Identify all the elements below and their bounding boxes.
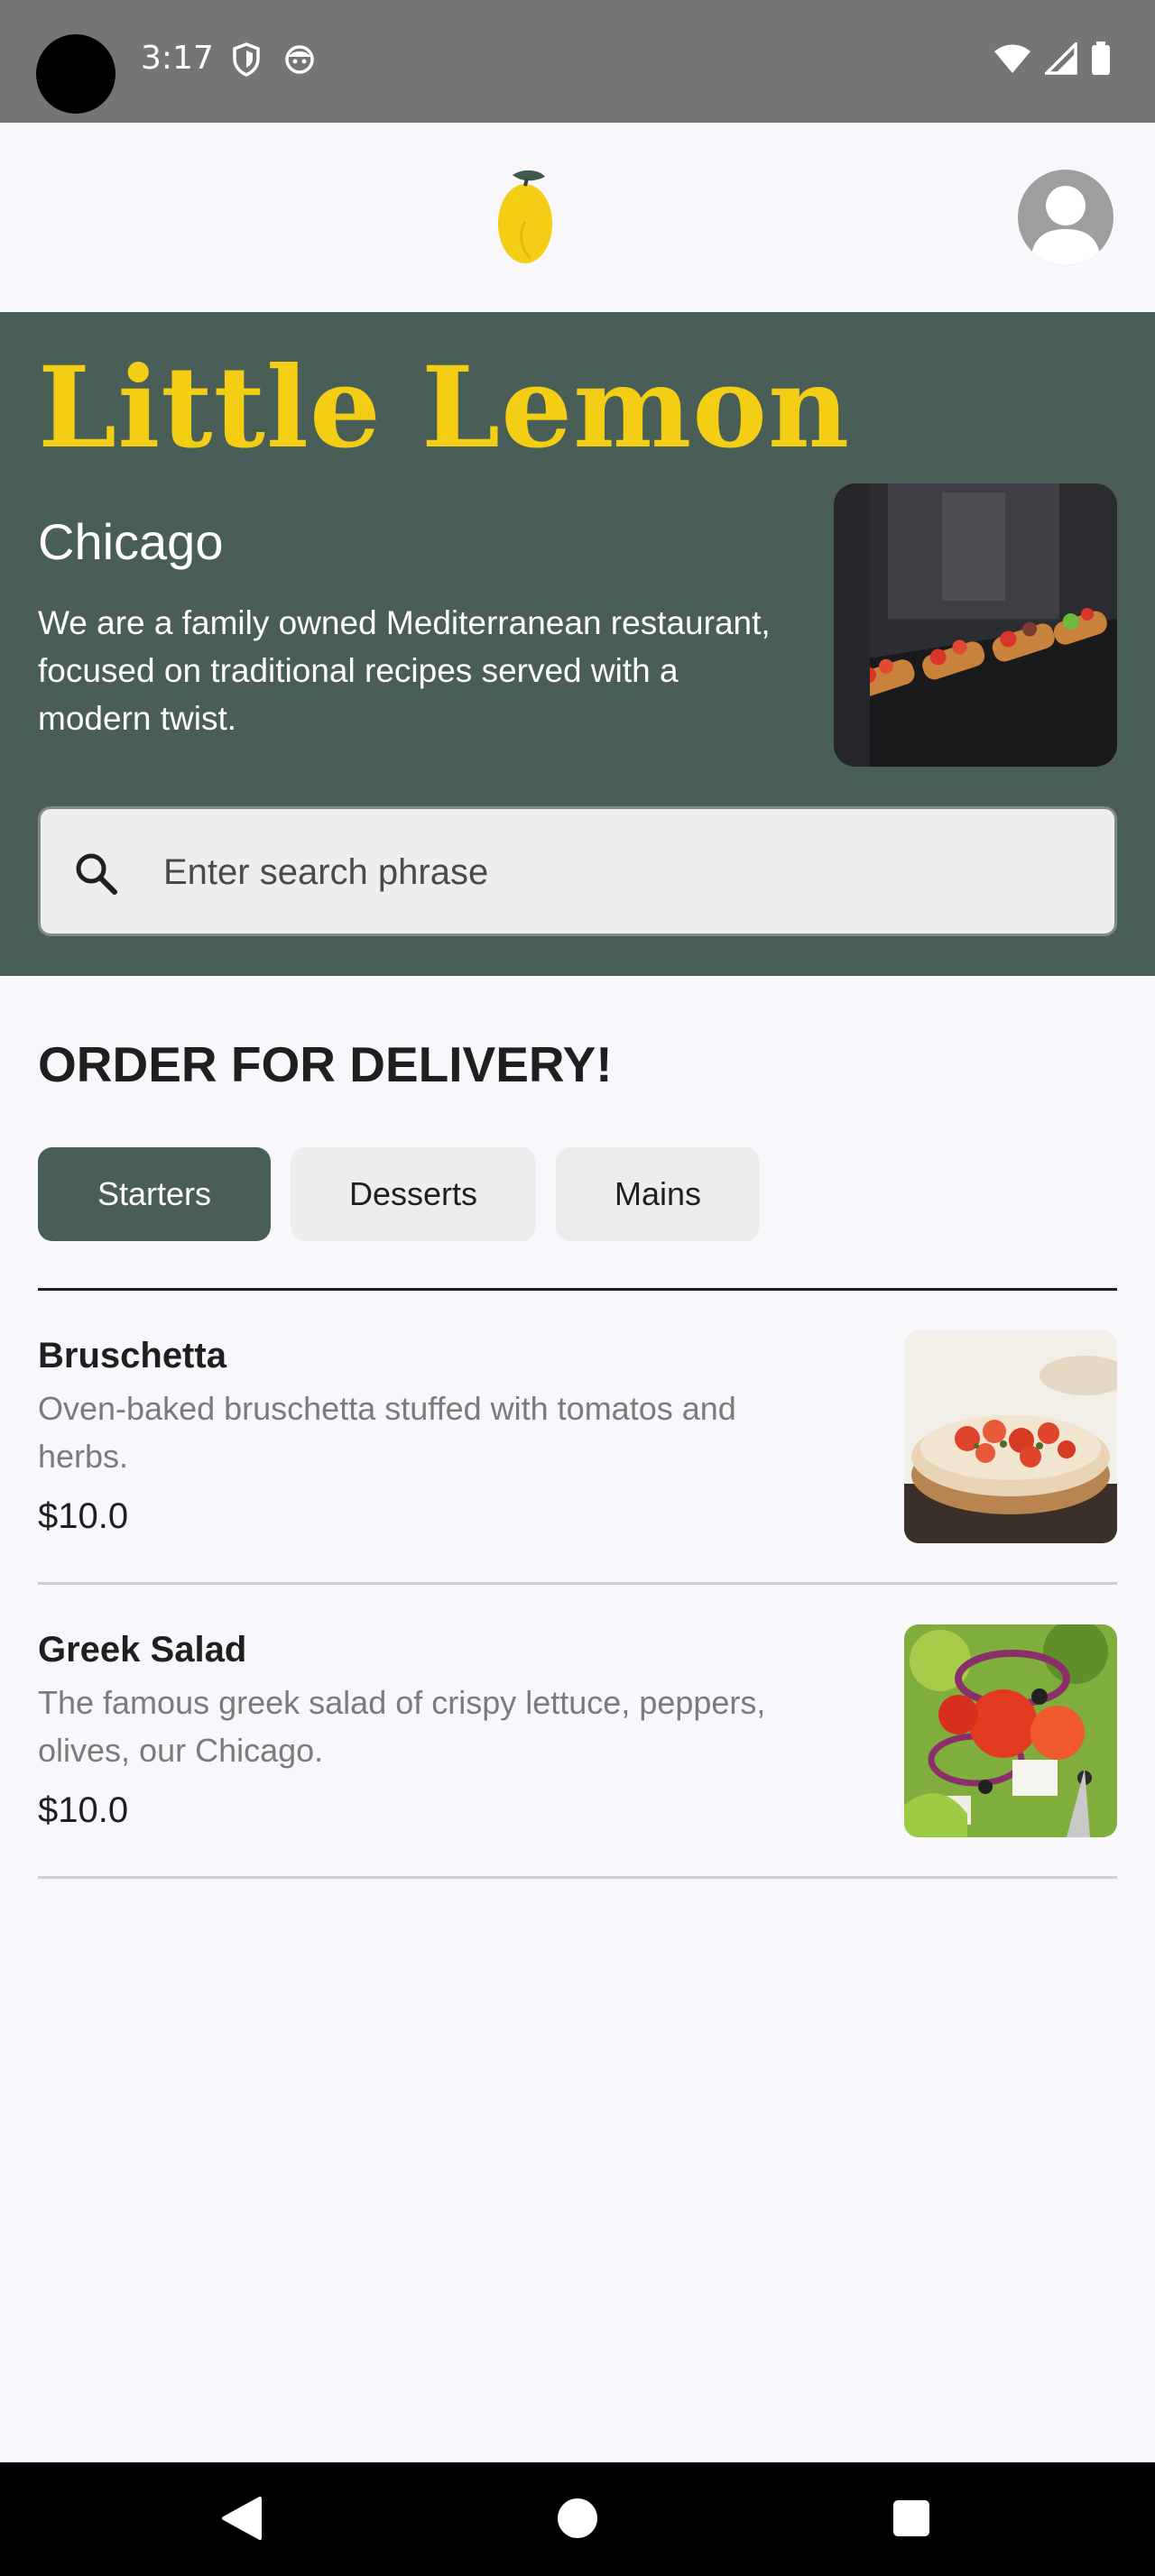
menu-item-price: $10.0 <box>38 1790 129 1830</box>
hero-section: Little Lemon Chicago We are a family own… <box>0 312 1155 976</box>
restaurant-title: Little Lemon <box>38 343 851 474</box>
tab-desserts[interactable]: Desserts <box>291 1147 536 1241</box>
lemon-logo-icon <box>498 170 552 263</box>
hero-food-image <box>834 483 1117 767</box>
category-tabs: Starters Desserts Mains <box>38 1147 760 1241</box>
menu-item-price: $10.0 <box>38 1496 129 1536</box>
face-icon <box>285 45 314 74</box>
item-divider <box>38 1876 1117 1879</box>
battery-icon <box>1092 41 1110 75</box>
tab-starters[interactable]: Starters <box>38 1147 271 1241</box>
menu-item-greek-salad[interactable]: Greek Salad The famous greek salad of cr… <box>38 1585 1117 1879</box>
home-icon[interactable] <box>552 2493 603 2544</box>
shield-icon <box>233 42 260 77</box>
system-navigation-bar <box>0 2462 1155 2576</box>
search-icon <box>76 853 117 895</box>
order-title: ORDER FOR DELIVERY! <box>38 1036 613 1092</box>
app-bar <box>0 123 1155 312</box>
tab-mains[interactable]: Mains <box>556 1147 760 1241</box>
restaurant-city: Chicago <box>38 513 224 570</box>
status-time: 3:17 <box>141 40 214 77</box>
recents-icon[interactable] <box>886 2493 937 2544</box>
camera-cutout <box>36 34 116 114</box>
menu-item-description: Oven-baked bruschetta stuffed with tomat… <box>38 1390 736 1475</box>
signal-icon <box>1045 42 1077 75</box>
greek-salad-image <box>904 1624 1117 1837</box>
menu-item-name: Greek Salad <box>38 1630 247 1670</box>
menu-item-bruschetta[interactable]: Bruschetta Oven-baked bruschetta stuffed… <box>38 1291 1117 1585</box>
avatar-icon <box>1030 186 1101 265</box>
bruschetta-image <box>904 1330 1117 1543</box>
search-input[interactable] <box>163 845 1066 899</box>
profile-avatar-button[interactable] <box>1018 170 1113 265</box>
restaurant-description: We are a family owned Mediterranean rest… <box>38 604 771 737</box>
menu-item-name: Bruschetta <box>38 1336 226 1375</box>
wifi-icon <box>994 44 1030 73</box>
menu-item-description: The famous greek salad of crispy lettuce… <box>38 1684 766 1769</box>
search-bar[interactable] <box>38 806 1117 936</box>
back-icon[interactable] <box>217 2493 267 2544</box>
status-bar: 3:17 <box>0 0 1155 123</box>
